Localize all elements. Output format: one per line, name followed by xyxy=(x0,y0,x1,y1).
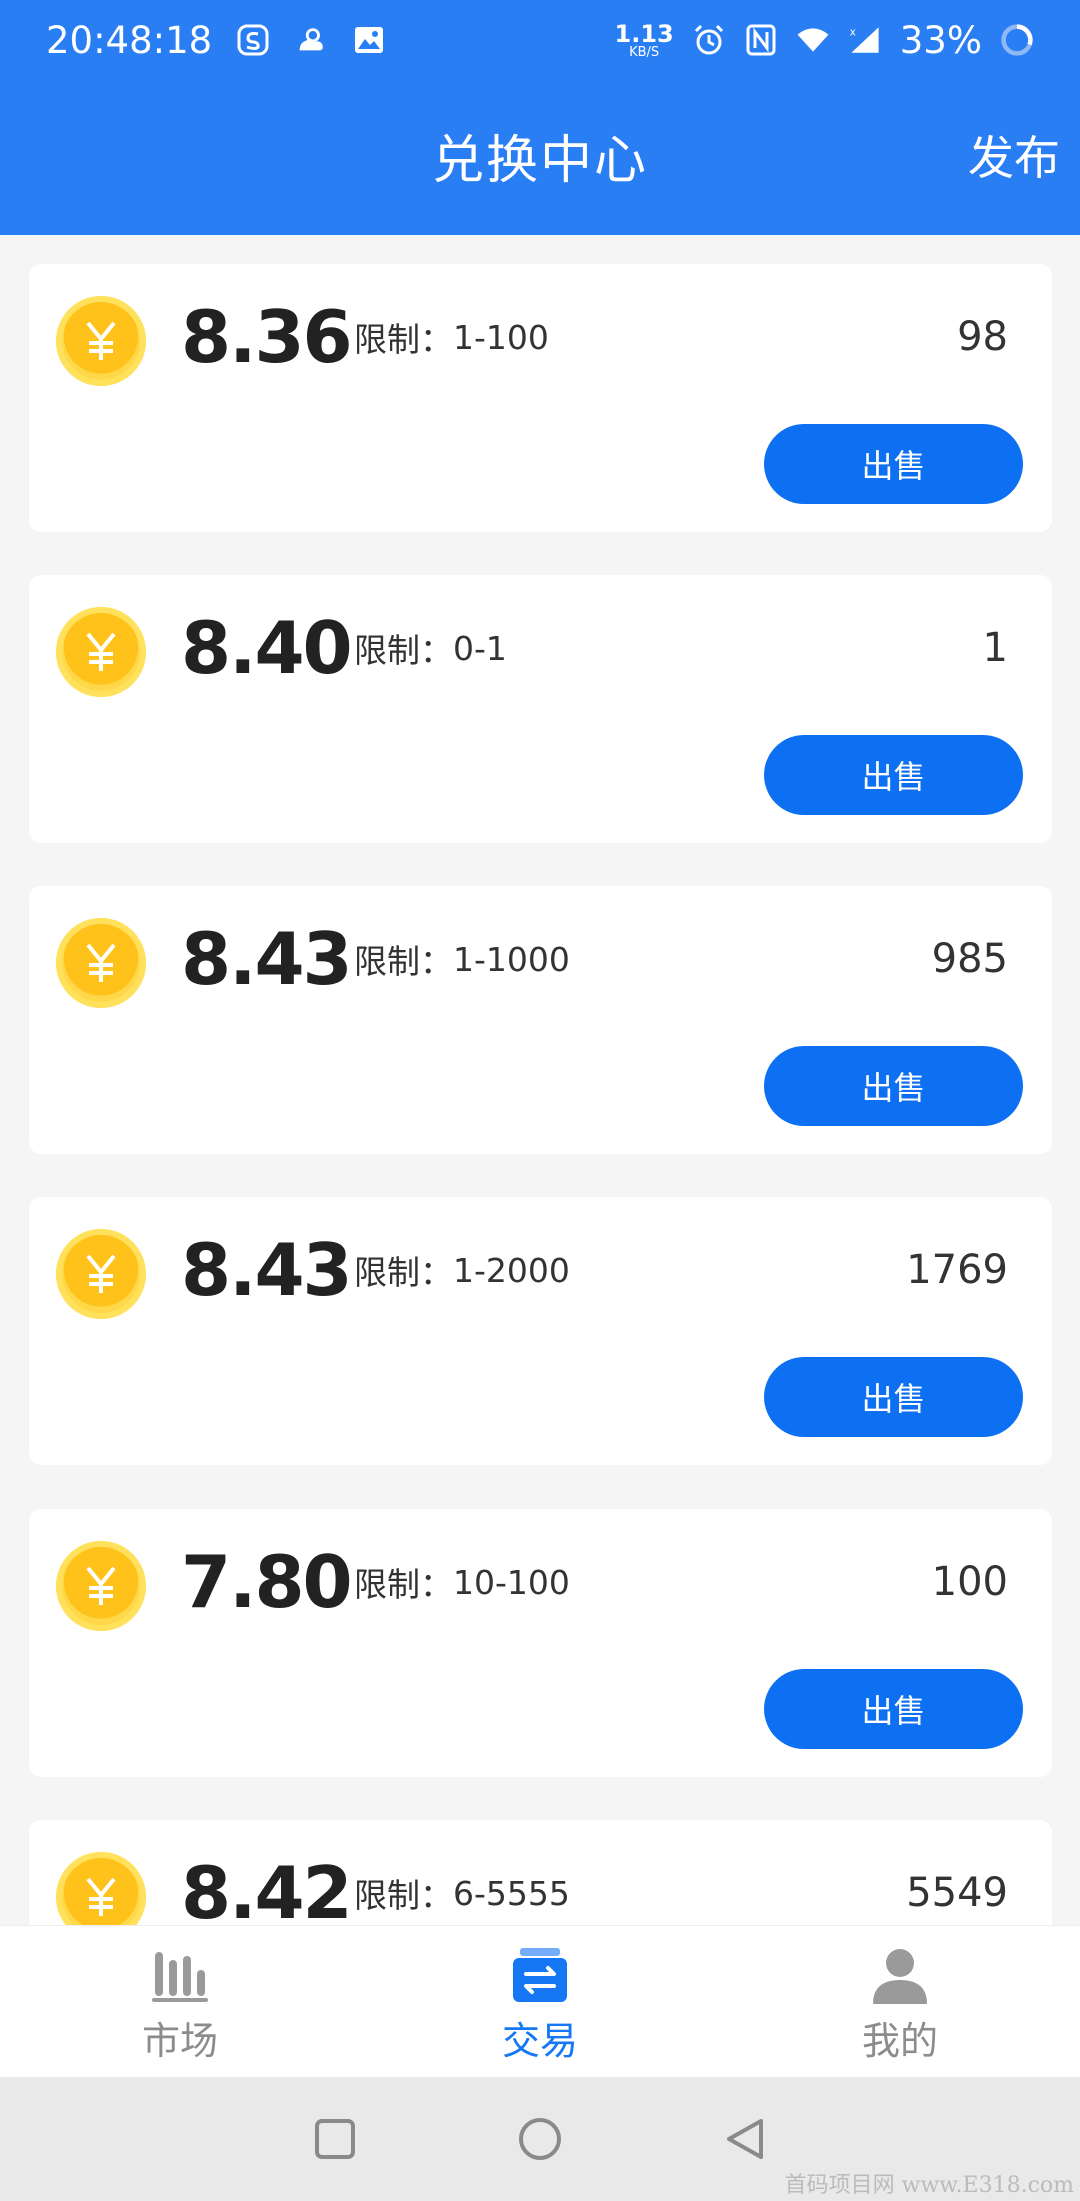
sell-button[interactable]: 出售 xyxy=(764,1357,1023,1437)
quantity: 985 xyxy=(931,936,1008,982)
list-item: 8.43 限制： 1-1000 985 出售 xyxy=(29,886,1052,1154)
limit-text: 限制： 1-1000 xyxy=(354,939,570,982)
watermark: 首码项目网 www.E318.com xyxy=(784,2173,1074,2198)
signal-icon: x xyxy=(848,23,882,57)
net-speed: 1.13 KB/S xyxy=(614,19,674,60)
nfc-icon xyxy=(744,23,778,57)
header: 20:48:18 1.13 KB/S x 33% 兑换中心 发布 xyxy=(0,0,1080,235)
list-item: 8.36 限制： 1-100 98 出售 xyxy=(29,264,1052,532)
yuan-coin-icon xyxy=(56,1852,146,1925)
exchange-rate: 8.43 xyxy=(181,1228,353,1312)
sell-button[interactable]: 出售 xyxy=(764,424,1023,504)
quantity: 98 xyxy=(957,314,1008,360)
quantity: 1 xyxy=(982,625,1008,671)
wifi-icon xyxy=(796,23,830,57)
list-item: 8.40 限制： 0-1 1 出售 xyxy=(29,575,1052,843)
quantity: 100 xyxy=(931,1559,1008,1605)
yuan-coin-icon xyxy=(56,296,146,386)
exchange-rate: 8.36 xyxy=(181,295,353,379)
exchange-rate: 8.43 xyxy=(181,917,353,1001)
yuan-coin-icon xyxy=(56,918,146,1008)
sell-button[interactable]: 出售 xyxy=(764,1046,1023,1126)
status-bar: 20:48:18 1.13 KB/S x 33% xyxy=(0,0,1080,80)
home-circle-icon[interactable] xyxy=(517,2116,563,2162)
list-item: 8.43 限制： 1-2000 1769 出售 xyxy=(29,1197,1052,1465)
tab-mine[interactable]: 我的 xyxy=(720,1926,1080,2077)
exchange-rate: 7.80 xyxy=(181,1540,353,1624)
sell-button[interactable]: 出售 xyxy=(764,1669,1023,1749)
quantity: 1769 xyxy=(906,1247,1008,1293)
recents-square-icon[interactable] xyxy=(313,2117,357,2161)
exchange-icon xyxy=(513,1948,567,2002)
yuan-coin-icon xyxy=(56,1229,146,1319)
limit-text: 限制： 6-5555 xyxy=(354,1873,570,1916)
exchange-rate: 8.42 xyxy=(181,1851,353,1925)
tab-trade[interactable]: 交易 xyxy=(360,1926,720,2077)
yuan-coin-icon xyxy=(56,1541,146,1631)
user-icon xyxy=(873,1949,927,2004)
weather-icon xyxy=(294,23,328,57)
limit-text: 限制： 1-100 xyxy=(354,317,549,360)
tab-market[interactable]: 市场 xyxy=(0,1926,360,2077)
tab-market-label: 市场 xyxy=(141,2019,218,2063)
sell-button[interactable]: 出售 xyxy=(764,735,1023,815)
limit-text: 限制： 1-2000 xyxy=(354,1250,570,1293)
limit-text: 限制： 10-100 xyxy=(354,1562,570,1605)
alarm-icon xyxy=(692,23,726,57)
back-triangle-icon[interactable] xyxy=(723,2116,767,2162)
svg-text:x: x xyxy=(849,28,855,39)
list-item: 7.80 限制： 10-100 100 出售 xyxy=(29,1509,1052,1777)
battery-text: 33% xyxy=(899,18,982,62)
tab-trade-label: 交易 xyxy=(501,2019,578,2063)
list-item: 8.42 限制：6-5555 5549 出售 xyxy=(29,1820,1052,1925)
bar-chart-icon xyxy=(152,1952,208,2002)
yuan-coin-icon xyxy=(56,607,146,697)
page-title: 兑换中心 xyxy=(431,130,648,191)
exchange-rate: 8.40 xyxy=(181,606,353,690)
quantity: 5549 xyxy=(906,1870,1008,1916)
status-time: 20:48:18 xyxy=(46,18,213,62)
system-nav-bar: 首码项目网 www.E318.com xyxy=(0,2077,1080,2201)
bottom-tab-bar: 市场 交易 我的 xyxy=(0,1925,1080,2077)
order-list[interactable]: 8.36 限制： 1-100 98 出售 8.40 限制： 0-1 1 出售 8.4… xyxy=(0,235,1080,1925)
gallery-icon xyxy=(352,23,386,57)
battery-ring-icon xyxy=(1000,23,1034,57)
publish-button[interactable]: 发布 xyxy=(968,110,1060,200)
tab-mine-label: 我的 xyxy=(861,2019,938,2063)
sogou-icon xyxy=(236,23,270,57)
limit-text: 限制： 0-1 xyxy=(354,628,507,671)
